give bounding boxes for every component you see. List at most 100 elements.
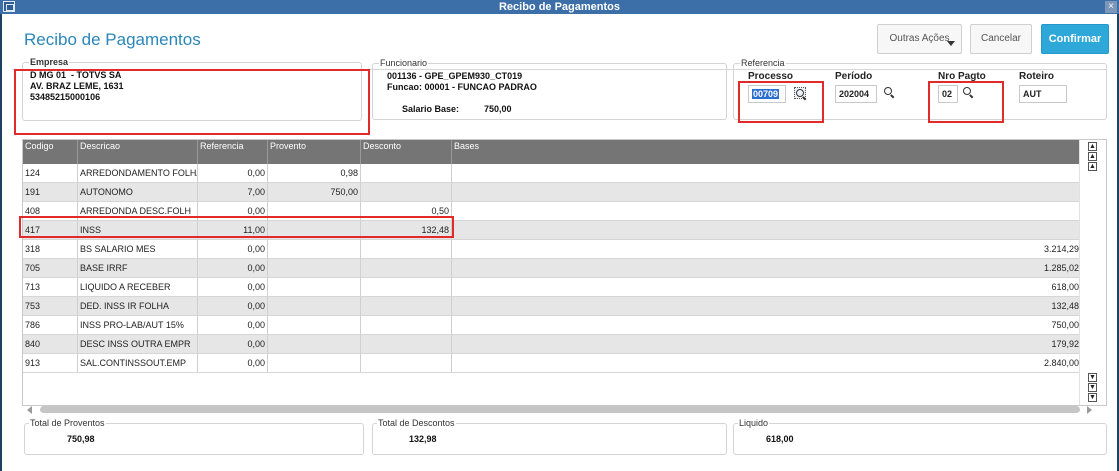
horizontal-scrollbar[interactable]	[40, 406, 1080, 413]
cell-referencia: 7,00	[198, 183, 268, 201]
cell-referencia: 0,00	[198, 164, 268, 182]
scroll-page-up-icon[interactable]: ▲	[1088, 152, 1097, 161]
cell-descricao: DESC INSS OUTRA EMPR	[78, 335, 198, 353]
cell-descricao: SAL.CONTINSSOUT.EMP	[78, 354, 198, 372]
page-title: Recibo de Pagamentos	[24, 30, 201, 49]
col-descricao[interactable]: Descricao	[78, 140, 198, 164]
cell-bases	[452, 202, 1081, 220]
cell-desconto	[361, 335, 452, 353]
cell-bases: 1.285,02	[1043, 263, 1079, 273]
cell-desconto	[361, 240, 452, 258]
cell-provento	[268, 354, 361, 372]
cancel-button[interactable]: Cancelar	[970, 24, 1032, 54]
cell-codigo: 318	[23, 240, 78, 258]
cell-desconto	[361, 354, 452, 372]
cell-desconto	[361, 278, 452, 296]
table-row[interactable]: 840 DESC INSS OUTRA EMPR 0,00 179,92	[23, 335, 1081, 354]
cell-provento	[268, 240, 361, 258]
cell-descricao: LIQUIDO A RECEBER	[78, 278, 198, 296]
empresa-legend: Empresa	[29, 56, 70, 68]
cell-referencia: 0,00	[198, 297, 268, 315]
col-codigo[interactable]: Codigo	[23, 140, 78, 164]
cell-codigo: 705	[23, 259, 78, 277]
cell-provento: 0,98	[268, 164, 361, 182]
cell-provento: 750,00	[268, 183, 361, 201]
roteiro-label: Roteiro	[1019, 71, 1054, 82]
salario-base-label: Salario Base:	[402, 104, 460, 114]
table-row[interactable]: 786 INSS PRO-LAB/AUT 15% 0,00 750,00	[23, 316, 1081, 335]
funcionario-legend: Funcionario	[379, 57, 429, 69]
cell-referencia: 0,00	[198, 316, 268, 334]
cell-codigo: 713	[23, 278, 78, 296]
cell-bases: 179,92	[1051, 339, 1079, 349]
total-descontos-group: Total de Descontos 132,98	[372, 417, 727, 455]
payment-grid[interactable]: Codigo Descricao Referencia Provento Des…	[22, 139, 1107, 406]
window-title: Recibo de Pagamentos	[498, 1, 621, 13]
cell-desconto	[361, 297, 452, 315]
funcionario-funcao: Funcao: 00001 - FUNCAO PADRAO	[387, 82, 537, 92]
cell-referencia: 0,00	[198, 278, 268, 296]
scroll-up-icon[interactable]: ▲	[1088, 162, 1097, 171]
col-referencia[interactable]: Referencia	[198, 140, 268, 164]
cell-descricao: BS SALARIO MES	[78, 240, 198, 258]
confirm-button[interactable]: Confirmar	[1041, 24, 1109, 54]
cell-codigo: 753	[23, 297, 78, 315]
table-row[interactable]: 913 SAL.CONTINSSOUT.EMP 0,00 2.840,00	[23, 354, 1081, 373]
cell-codigo: 124	[23, 164, 78, 182]
cell-codigo: 840	[23, 335, 78, 353]
inss-row-highlight	[19, 216, 454, 238]
total-descontos-label: Total de Descontos	[377, 417, 456, 429]
total-proventos-group: Total de Proventos 750,98	[24, 417, 364, 455]
cell-provento	[268, 297, 361, 315]
col-desconto[interactable]: Desconto	[361, 140, 452, 164]
periodo-search-icon[interactable]	[884, 87, 896, 99]
cell-bases	[452, 164, 1081, 182]
window-titlebar: Recibo de Pagamentos ×	[0, 0, 1119, 14]
cell-provento	[268, 316, 361, 334]
cell-codigo: 786	[23, 316, 78, 334]
scroll-page-down-icon[interactable]: ▼	[1088, 383, 1097, 392]
table-row[interactable]: 124 ARREDONDAMENTO FOLHA 0,00 0,98	[23, 164, 1081, 183]
scroll-left-icon[interactable]	[27, 406, 32, 414]
cell-desconto	[361, 183, 452, 201]
table-row[interactable]: 713 LIQUIDO A RECEBER 0,00 618,00	[23, 278, 1081, 297]
cell-descricao: AUTONOMO	[78, 183, 198, 201]
cell-descricao: BASE IRRF	[78, 259, 198, 277]
scroll-bottom-icon[interactable]: ▼	[1088, 393, 1097, 402]
table-row[interactable]: 705 BASE IRRF 0,00 1.285,02	[23, 259, 1081, 278]
table-row[interactable]: 318 BS SALARIO MES 0,00 3.214,29	[23, 240, 1081, 259]
outras-acoes-button[interactable]: Outras Ações	[877, 24, 962, 54]
cell-bases: 3.214,29	[1043, 244, 1079, 254]
col-bases[interactable]: Bases	[452, 140, 1081, 164]
scroll-right-icon[interactable]	[1087, 406, 1092, 414]
vertical-scrollbar[interactable]: ▲ ▲ ▲ ▼ ▼ ▼	[1079, 140, 1106, 405]
table-row[interactable]: 191 AUTONOMO 7,00 750,00	[23, 183, 1081, 202]
liquido-value: 618,00	[766, 434, 794, 444]
cell-referencia: 0,00	[198, 259, 268, 277]
periodo-field[interactable]: 202004	[835, 85, 877, 103]
cell-provento	[268, 278, 361, 296]
outras-acoes-label: Outras Ações	[889, 33, 950, 44]
cell-referencia: 0,00	[198, 354, 268, 372]
periodo-label: Período	[835, 71, 873, 82]
nro-pagto-highlight	[928, 81, 1004, 123]
cell-codigo: 191	[23, 183, 78, 201]
close-icon[interactable]: ×	[1105, 1, 1117, 13]
cell-descricao: INSS PRO-LAB/AUT 15%	[78, 316, 198, 334]
cell-descricao: DED. INSS IR FOLHA	[78, 297, 198, 315]
liquido-label: Liquido	[738, 417, 770, 429]
cell-bases: 618,00	[1051, 282, 1079, 292]
empresa-highlight	[14, 69, 370, 135]
scroll-down-icon[interactable]: ▼	[1088, 373, 1097, 382]
scroll-top-icon[interactable]: ▲	[1088, 142, 1097, 151]
total-descontos-value: 132,98	[409, 434, 437, 444]
cell-bases: 132,48	[1051, 301, 1079, 311]
cell-referencia: 0,00	[198, 335, 268, 353]
table-row[interactable]: 753 DED. INSS IR FOLHA 0,00 132,48	[23, 297, 1081, 316]
cell-bases	[452, 221, 1081, 239]
roteiro-field[interactable]: AUT	[1019, 85, 1067, 103]
cell-bases: 2.840,00	[1043, 358, 1079, 368]
col-provento[interactable]: Provento	[268, 140, 361, 164]
funcionario-group: Funcionario 001136 - GPE_GPEM930_CT019 F…	[372, 57, 727, 120]
salario-base-value: 750,00	[484, 104, 512, 114]
